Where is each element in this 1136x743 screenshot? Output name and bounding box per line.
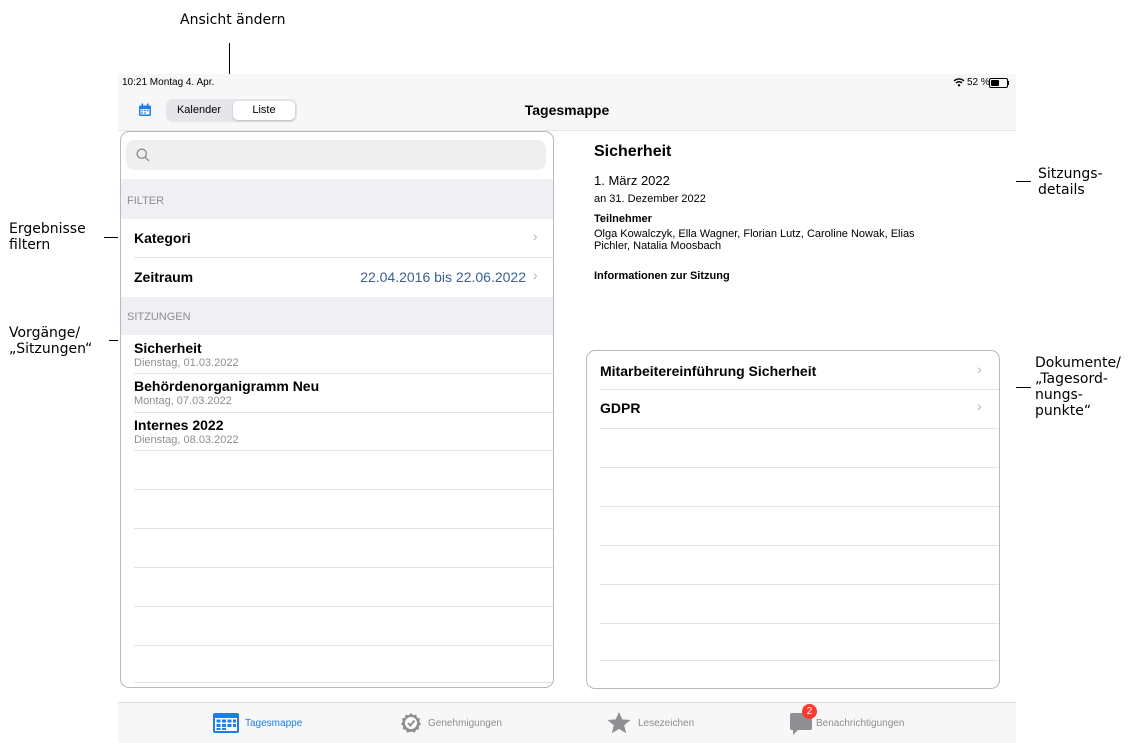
session-title: Behördenorganigramm Neu	[134, 378, 320, 394]
row-divider	[134, 528, 553, 529]
tab-label: Lesezeichen	[638, 717, 695, 729]
annotation-text-line: Sitzungs-	[1038, 166, 1103, 182]
row-divider	[600, 623, 999, 624]
status-bar: 10:21 Montag 4. Apr. 52 %	[118, 74, 1016, 92]
session-title: Sicherheit	[134, 340, 202, 356]
documents-panel: Mitarbeitereinführung Sicherheit › GDPR …	[586, 350, 1000, 689]
session-item[interactable]: Internes 2022 Dienstag, 08.03.2022	[121, 413, 553, 451]
session-detail-date: 1. März 2022	[594, 173, 670, 188]
session-date: Montag, 07.03.2022	[134, 395, 232, 407]
tab-benachrichtigungen[interactable]: 2 Benachrichtigungen	[788, 703, 904, 743]
document-title: Mitarbeitereinführung Sicherheit	[600, 363, 817, 379]
annotation-text-line: punkte“	[1035, 403, 1092, 419]
row-divider	[134, 489, 553, 490]
status-time: 10:21 Montag 4. Apr.	[122, 77, 215, 88]
session-item[interactable]: Behördenorganigramm Neu Montag, 07.03.20…	[121, 374, 553, 412]
session-detail-title: Sicherheit	[594, 143, 672, 160]
participants-list: Olga Kowalczyk, Ella Wagner, Florian Lut…	[594, 228, 915, 252]
filter-date-range: 22.04.2016 bis 22.06.2022	[360, 269, 526, 285]
chevron-right-icon: ›	[977, 398, 982, 414]
tab-tagesmappe[interactable]: Tagesmappe	[213, 703, 302, 743]
filter-row-kategori[interactable]: Kategori ›	[121, 219, 553, 257]
document-title: GDPR	[600, 400, 641, 416]
wifi-icon	[953, 76, 965, 88]
tab-genehmigungen[interactable]: Genehmigungen	[400, 703, 502, 743]
chevron-right-icon: ›	[533, 228, 538, 244]
annotation-text-line: filtern	[9, 237, 51, 253]
filter-section-header: FILTER	[121, 179, 553, 219]
session-detail-end-date: an 31. Dezember 2022	[594, 193, 706, 205]
annotation-text-line: Ergebnisse	[9, 221, 86, 237]
page-title: Tagesmappe	[524, 102, 610, 118]
sessions-header-label: SITZUNGEN	[127, 311, 191, 323]
row-divider	[134, 606, 553, 607]
sidebar-panel: FILTER Kategori › Zeitraum 22.04.2016 bi…	[120, 131, 554, 688]
row-divider	[600, 584, 999, 585]
document-item[interactable]: Mitarbeitereinführung Sicherheit ›	[587, 351, 999, 389]
session-item[interactable]: Sicherheit Dienstag, 01.03.2022	[121, 335, 553, 373]
ipad-screen: 10:21 Montag 4. Apr. 52 % Kalender Liste…	[118, 74, 1016, 743]
session-date: Dienstag, 01.03.2022	[134, 357, 239, 369]
search-icon	[136, 148, 150, 162]
tab-label: Tagesmappe	[245, 717, 303, 729]
approval-check-icon	[400, 712, 422, 734]
document-item[interactable]: GDPR ›	[587, 390, 999, 428]
annotation-filter-results: Ergebnisse filtern	[9, 221, 86, 253]
annotation-text-line: nungs-	[1035, 387, 1083, 403]
participants-line: Olga Kowalczyk, Ella Wagner, Florian Lut…	[594, 228, 915, 240]
row-divider	[600, 428, 999, 429]
navigation-bar: Kalender Liste Tagesmappe	[118, 92, 1016, 131]
tab-label: Benachrichtigungen	[816, 717, 905, 729]
battery-percent: 52 %	[967, 77, 990, 88]
row-divider	[134, 645, 553, 646]
session-title: Internes 2022	[134, 417, 224, 433]
filter-row-zeitraum[interactable]: Zeitraum 22.04.2016 bis 22.06.2022 ›	[121, 258, 553, 296]
sessions-section-header: SITZUNGEN	[121, 297, 553, 335]
filter-label: Kategori	[134, 230, 191, 246]
annotation-text-line: Vorgänge/	[9, 325, 81, 341]
row-divider	[600, 660, 999, 661]
annotation-text-line: Dokumente/	[1035, 355, 1121, 371]
session-info-label: Informationen zur Sitzung	[594, 270, 730, 282]
message-bubble-icon: 2	[788, 704, 817, 736]
annotation-change-view: Ansicht ändern	[180, 12, 286, 28]
annotation-procedures: Vorgänge/ „Sitzungen“	[9, 325, 92, 357]
annotation-text-line: details	[1038, 182, 1085, 198]
annotation-text-line: „Tagesord-	[1035, 371, 1108, 387]
calendar-grid-icon	[213, 713, 239, 733]
search-input[interactable]	[126, 140, 546, 170]
row-divider	[134, 450, 553, 451]
filter-header-label: FILTER	[127, 195, 165, 207]
tab-label: Genehmigungen	[428, 717, 502, 729]
row-divider	[600, 506, 999, 507]
battery-icon	[989, 78, 1009, 88]
row-divider	[134, 567, 553, 568]
chevron-right-icon: ›	[533, 267, 538, 283]
annotation-text-line: „Sitzungen“	[9, 341, 93, 357]
row-divider	[600, 545, 999, 546]
chevron-right-icon: ›	[977, 361, 982, 377]
tab-lesezeichen[interactable]: Lesezeichen	[606, 703, 694, 743]
notification-badge: 2	[802, 704, 817, 719]
row-divider	[600, 467, 999, 468]
filter-label: Zeitraum	[134, 269, 194, 285]
annotation-documents: Dokumente/ „Tagesord- nungs- punkte“	[1035, 355, 1121, 419]
annotation-session-details: Sitzungs- details	[1038, 166, 1103, 198]
star-icon	[606, 711, 632, 735]
participants-line: Pichler, Natalia Moosbach	[594, 240, 722, 252]
session-date: Dienstag, 08.03.2022	[134, 434, 239, 446]
participants-label: Teilnehmer	[594, 213, 652, 225]
row-divider	[134, 682, 553, 683]
tab-bar: Tagesmappe Genehmigungen Lesezeichen 2 B…	[118, 702, 1016, 743]
